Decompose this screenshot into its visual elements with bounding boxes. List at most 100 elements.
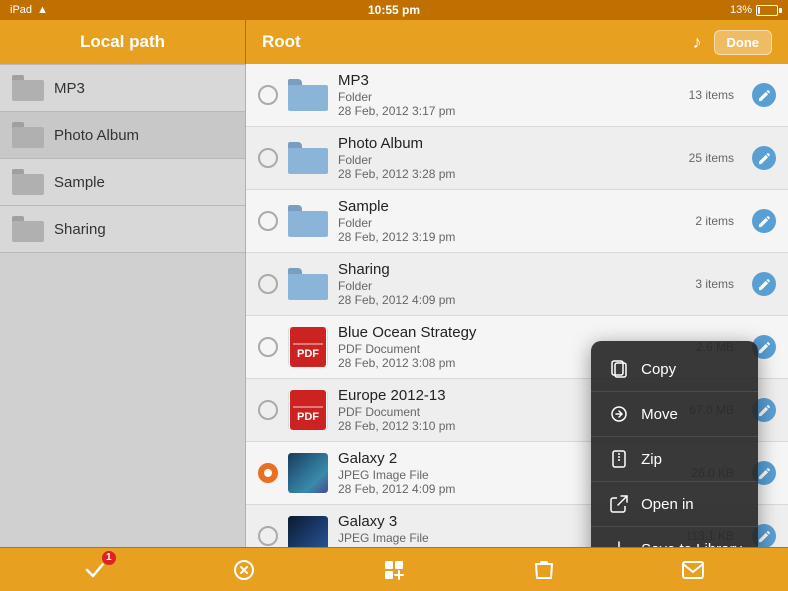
sidebar-item-sharing[interactable]: Sharing [0, 206, 245, 253]
context-open-in-label: Open in [641, 496, 694, 513]
sidebar-item-sample[interactable]: Sample [0, 159, 245, 206]
file-size-photo-album: 25 items [689, 151, 734, 165]
wifi-icon: ▲ [37, 4, 48, 16]
mail-button[interactable] [673, 552, 713, 588]
context-move-label: Move [641, 406, 678, 423]
sidebar-label-mp3: MP3 [54, 80, 85, 97]
context-zip-label: Zip [641, 451, 662, 468]
thumb-europe: PDF [288, 390, 328, 430]
radio-blue-ocean[interactable] [258, 337, 278, 357]
sidebar-header: Local path [0, 20, 246, 64]
context-menu: Copy Move [591, 341, 758, 547]
move-icon [607, 402, 631, 426]
context-menu-zip[interactable]: Zip [591, 437, 758, 482]
sidebar-label-sample: Sample [54, 174, 105, 191]
file-item-galaxy3: Galaxy 3 JPEG Image File28 Feb, 2012 4:0… [246, 505, 788, 547]
edit-btn-sample[interactable] [752, 209, 776, 233]
main-header: Root ♪ Done [246, 20, 788, 64]
local-path-title: Local path [80, 32, 165, 52]
galaxy2-thumbnail [288, 453, 328, 493]
zip-icon [607, 447, 631, 471]
time-label: 10:55 pm [368, 3, 420, 17]
file-item-mp3: MP3 Folder28 Feb, 2012 3:17 pm 13 items [246, 64, 788, 127]
file-name-sharing: Sharing [338, 261, 685, 278]
file-name-mp3: MP3 [338, 72, 679, 89]
context-copy-label: Copy [641, 361, 676, 378]
file-size-sharing: 3 items [695, 277, 734, 291]
context-menu-open-in[interactable]: Open in [591, 482, 758, 527]
svg-text:PDF: PDF [297, 411, 319, 423]
main-area: MP3 Photo Album Sample Sharing [0, 64, 788, 547]
radio-sharing[interactable] [258, 274, 278, 294]
radio-galaxy2[interactable] [258, 463, 278, 483]
file-meta-photo-album: Folder28 Feb, 2012 3:28 pm [338, 153, 679, 181]
context-menu-copy[interactable]: Copy [591, 347, 758, 392]
radio-mp3[interactable] [258, 85, 278, 105]
done-button[interactable]: Done [714, 30, 773, 55]
file-size-sample: 2 items [695, 214, 734, 228]
file-name-blue-ocean: Blue Ocean Strategy [338, 324, 686, 341]
cancel-button[interactable] [224, 552, 264, 588]
file-name-sample: Sample [338, 198, 685, 215]
file-item-photo-album: Photo Album Folder28 Feb, 2012 3:28 pm 2… [246, 127, 788, 190]
file-list: MP3 Folder28 Feb, 2012 3:17 pm 13 items … [246, 64, 788, 547]
file-item-sharing: Sharing Folder28 Feb, 2012 4:09 pm 3 ite… [246, 253, 788, 316]
edit-btn-sharing[interactable] [752, 272, 776, 296]
thumb-mp3 [288, 75, 328, 115]
sidebar: MP3 Photo Album Sample Sharing [0, 64, 246, 547]
edit-btn-photo-album[interactable] [752, 146, 776, 170]
thumb-galaxy2 [288, 453, 328, 493]
file-size-mp3: 13 items [689, 88, 734, 102]
thumb-blue-ocean: PDF [288, 327, 328, 367]
transfer-button[interactable] [374, 552, 414, 588]
context-save-label: Save to Library [641, 541, 742, 548]
carrier-label: iPad [10, 4, 32, 16]
header: Local path Root ♪ Done [0, 20, 788, 64]
file-info-sample: Sample Folder28 Feb, 2012 3:19 pm [338, 198, 685, 244]
sidebar-item-mp3[interactable]: MP3 [0, 64, 245, 112]
context-menu-move[interactable]: Move [591, 392, 758, 437]
context-menu-save[interactable]: Save to Library [591, 527, 758, 547]
thumb-sample [288, 201, 328, 241]
file-name-photo-album: Photo Album [338, 135, 679, 152]
file-meta-sample: Folder28 Feb, 2012 3:19 pm [338, 216, 685, 244]
file-item-sample: Sample Folder28 Feb, 2012 3:19 pm 2 item… [246, 190, 788, 253]
sidebar-item-photo-album[interactable]: Photo Album [0, 112, 245, 159]
thumb-photo-album [288, 138, 328, 178]
file-info-photo-album: Photo Album Folder28 Feb, 2012 3:28 pm [338, 135, 679, 181]
sidebar-label-sharing: Sharing [54, 221, 106, 238]
status-bar: iPad ▲ 10:55 pm 13% [0, 0, 788, 20]
folder-icon-small [12, 169, 44, 195]
delete-button[interactable] [524, 552, 564, 588]
file-info-sharing: Sharing Folder28 Feb, 2012 4:09 pm [338, 261, 685, 307]
toolbar: 1 [0, 547, 788, 591]
header-actions: ♪ Done [693, 30, 773, 55]
battery-percent: 13% [730, 4, 752, 16]
file-meta-mp3: Folder28 Feb, 2012 3:17 pm [338, 90, 679, 118]
open-in-icon [607, 492, 631, 516]
radio-photo-album[interactable] [258, 148, 278, 168]
status-left: iPad ▲ [10, 4, 48, 16]
radio-sample[interactable] [258, 211, 278, 231]
root-title: Root [262, 32, 301, 52]
sidebar-label-photo-album: Photo Album [54, 127, 139, 144]
folder-icon-small [12, 75, 44, 101]
checkmark-button[interactable]: 1 [75, 552, 115, 588]
svg-text:PDF: PDF [297, 348, 319, 360]
music-icon: ♪ [693, 32, 702, 53]
edit-btn-mp3[interactable] [752, 83, 776, 107]
status-right: 13% [730, 4, 778, 16]
save-icon [607, 537, 631, 547]
thumb-galaxy3 [288, 516, 328, 547]
file-info-mp3: MP3 Folder28 Feb, 2012 3:17 pm [338, 72, 679, 118]
battery-icon [756, 5, 778, 16]
galaxy3-thumbnail [288, 516, 328, 547]
folder-icon-small [12, 216, 44, 242]
file-meta-sharing: Folder28 Feb, 2012 4:09 pm [338, 279, 685, 307]
badge: 1 [101, 550, 117, 566]
thumb-sharing [288, 264, 328, 304]
copy-icon [607, 357, 631, 381]
folder-icon-small [12, 122, 44, 148]
radio-galaxy3[interactable] [258, 526, 278, 546]
radio-europe[interactable] [258, 400, 278, 420]
